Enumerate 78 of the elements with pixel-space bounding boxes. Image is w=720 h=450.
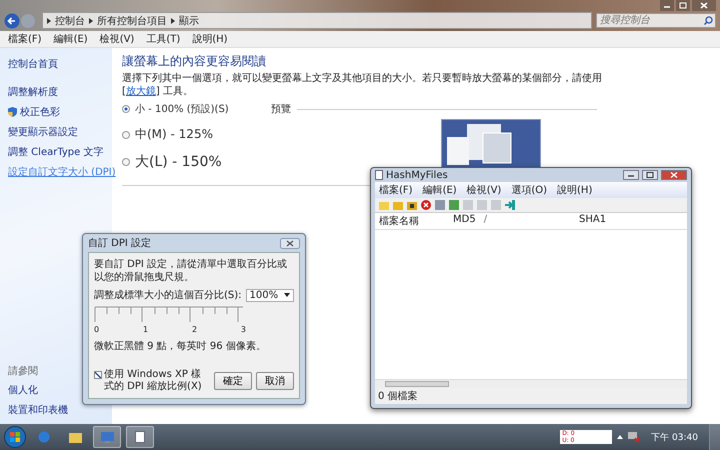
ruler-label: 0 xyxy=(94,325,100,334)
caret-icon xyxy=(284,293,290,297)
close-button[interactable] xyxy=(692,0,716,11)
horizontal-scrollbar[interactable] xyxy=(375,379,687,388)
minimize-button[interactable] xyxy=(660,0,674,11)
chevron-icon xyxy=(89,18,93,24)
tray-expand-button[interactable] xyxy=(617,435,624,439)
close-button[interactable] xyxy=(661,170,687,180)
start-button[interactable] xyxy=(4,426,26,448)
dialog-button[interactable]: 取消 xyxy=(256,372,294,390)
monitor-icon xyxy=(100,432,114,442)
menu-item[interactable]: 編輯(E) xyxy=(54,32,88,46)
magnifier-link[interactable]: 放大鏡 xyxy=(126,86,156,97)
breadcrumb-item[interactable]: 顯示 xyxy=(179,14,199,28)
search-icon xyxy=(704,16,713,25)
size-radio[interactable]: 小 - 100% (預設)(S) xyxy=(122,102,257,116)
sidebar-link[interactable]: 設定自訂文字大小 (DPI) xyxy=(8,162,116,182)
column-header[interactable]: SHA1 xyxy=(579,214,606,228)
menu-item[interactable]: 檔案(F) xyxy=(8,32,42,46)
sort-indicator: / xyxy=(484,214,488,225)
network-icon[interactable] xyxy=(628,432,640,442)
back-forward-icon[interactable] xyxy=(4,12,38,28)
shield-icon xyxy=(8,107,17,117)
sidebar-link[interactable]: 個人化 xyxy=(8,380,38,400)
taskbar-button[interactable] xyxy=(126,426,154,448)
window-title: HashMyFiles xyxy=(386,170,449,180)
globe-icon xyxy=(38,431,50,443)
document-icon xyxy=(375,170,383,180)
menu-item[interactable]: 檢視(V) xyxy=(100,32,134,46)
ruler-label: 3 xyxy=(240,325,246,334)
dialog-button[interactable]: 確定 xyxy=(214,372,252,390)
exit-icon[interactable] xyxy=(505,200,515,210)
menu-item[interactable]: 編輯(E) xyxy=(422,183,457,197)
page-heading: 讓螢幕上的內容更容易閱讀 xyxy=(122,53,267,70)
instruction-text: 要自訂 DPI 設定，請從清單中選取百分比或以您的滑鼠拖曳尺規。 xyxy=(94,258,288,284)
scale-label: 調整成標準大小的這個百分比(S): xyxy=(94,288,242,302)
sidebar-link[interactable]: 調整 ClearType 文字 xyxy=(8,142,104,162)
minimize-button[interactable] xyxy=(623,170,639,180)
address-bar[interactable]: 控制台 所有控制台項目 顯示 xyxy=(42,12,592,29)
dialog-title: 自訂 DPI 設定 xyxy=(88,236,152,250)
xp-scaling-checkbox[interactable]: 使用 Windows XP 樣式的 DPI 縮放比例(X) xyxy=(94,369,210,393)
preview-label: 預覽 xyxy=(271,103,291,116)
document-icon xyxy=(135,431,145,443)
font-info-text: 微軟正黑體 9 點，每英吋 96 個像素。 xyxy=(94,340,267,353)
column-header[interactable]: 檔案名稱 xyxy=(379,214,453,228)
sidebar-link[interactable]: 裝置和印表機 xyxy=(8,400,68,420)
menu-item[interactable]: 檢視(V) xyxy=(466,183,502,197)
sidebar-link[interactable]: 調整解析度 xyxy=(8,82,58,102)
sidebar-link[interactable]: 校正色彩 xyxy=(8,102,60,122)
ruler-label: 1 xyxy=(142,325,148,334)
taskbar-button[interactable] xyxy=(93,426,121,448)
menu-item[interactable]: 檔案(F) xyxy=(379,183,413,197)
ruler-drawing[interactable] xyxy=(94,306,244,322)
delete-icon[interactable] xyxy=(421,200,431,210)
breadcrumb-item[interactable]: 所有控制台項目 xyxy=(97,14,167,28)
column-header[interactable]: MD5 / xyxy=(453,214,579,228)
description-text: 選擇下列其中一個選項，就可以變更螢幕上文字及其他項目的大小。若只要暫時放大螢幕的某個部分，請使用 [放大鏡] 工具。 xyxy=(122,72,603,98)
menu-item[interactable]: 工具(T) xyxy=(146,32,180,46)
clock[interactable]: 下午 03:40 xyxy=(651,430,698,444)
size-radio[interactable]: 大(L) - 150% xyxy=(122,153,257,171)
restore-button[interactable] xyxy=(676,0,690,11)
close-button[interactable] xyxy=(280,238,300,248)
breadcrumb-item[interactable]: 控制台 xyxy=(55,14,85,28)
scale-dropdown[interactable]: 100% xyxy=(246,288,294,302)
search-field[interactable]: 搜尋控制台 xyxy=(596,13,716,28)
size-radio[interactable]: 中(M) - 125% xyxy=(122,126,257,143)
see-also-heading: 請參閱 xyxy=(8,364,38,379)
sidebar-link[interactable]: 變更顯示器設定 xyxy=(8,122,78,142)
maximize-button[interactable] xyxy=(642,170,658,180)
chevron-icon xyxy=(47,18,51,24)
ruler-label: 2 xyxy=(192,325,198,334)
chevron-icon xyxy=(171,18,175,24)
menu-item[interactable]: 說明(H) xyxy=(192,32,228,46)
menu-item[interactable]: 說明(H) xyxy=(557,183,592,197)
folder-icon xyxy=(68,432,82,442)
sidebar-link[interactable]: 控制台首頁 xyxy=(8,54,58,74)
status-bar: 0 個檔案 xyxy=(375,388,687,404)
menu-item[interactable]: 選項(O) xyxy=(511,183,548,197)
